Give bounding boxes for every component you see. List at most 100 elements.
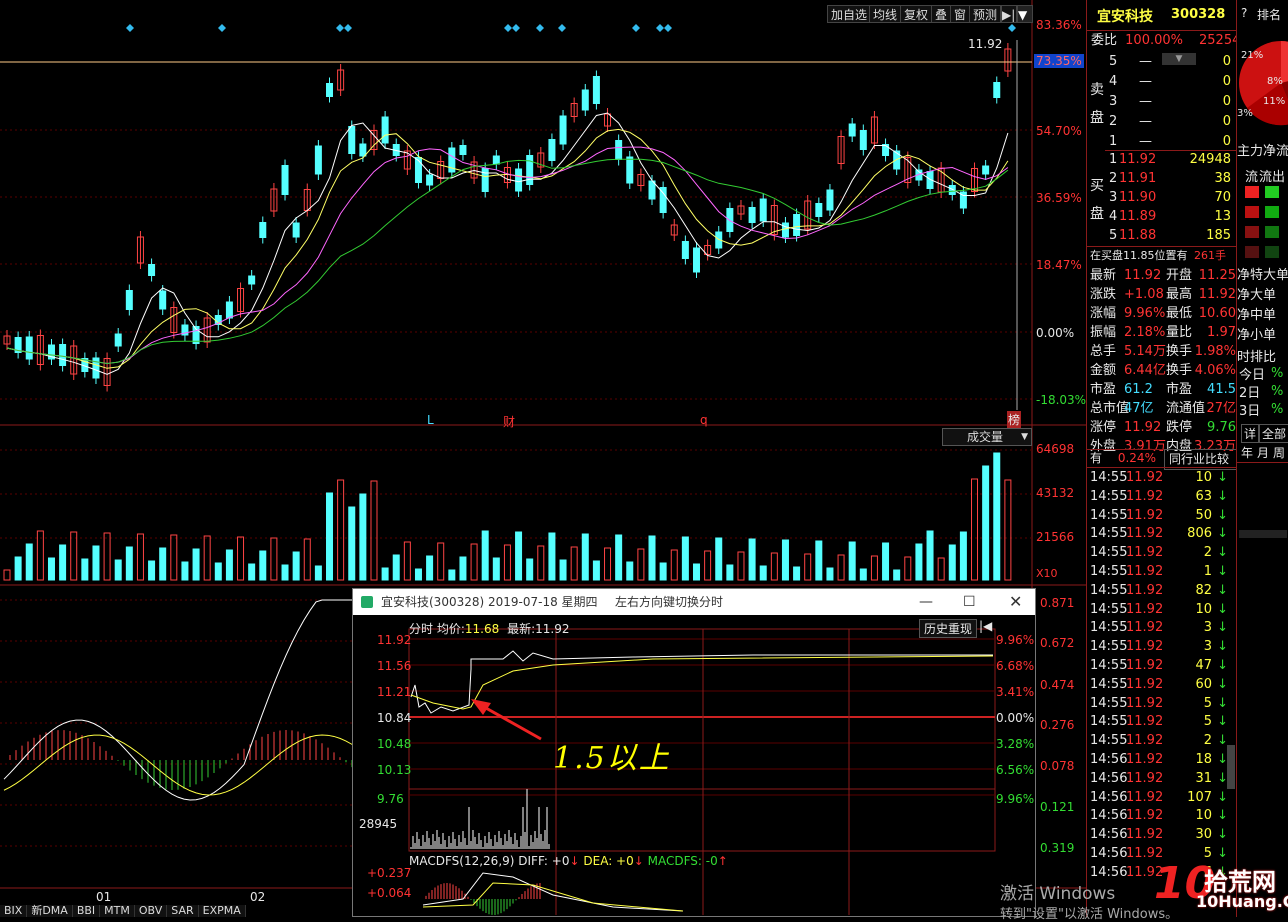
candle-body — [515, 168, 523, 192]
volume-bar — [548, 532, 556, 581]
play-icon[interactable]: ▶| — [1001, 5, 1017, 23]
candle-body — [125, 290, 133, 310]
volume-bar — [870, 555, 878, 581]
intraday-avg-line — [410, 655, 994, 710]
volume-bar — [25, 543, 33, 581]
candle-body — [615, 140, 623, 160]
window-titlebar[interactable]: 宜安科技(300328) 2019-07-18 星期四 左右方向键切换分时 — … — [353, 589, 1035, 615]
marker-L[interactable]: L — [427, 413, 434, 427]
pct-tick: 9.96% — [996, 633, 1035, 647]
candle-body — [348, 126, 356, 154]
tab-obv[interactable]: OBV — [135, 905, 168, 917]
volume-bar — [348, 506, 356, 581]
sell-level-row[interactable]: 1—0 — [1109, 132, 1235, 151]
flow-tab[interactable]: 流 — [1245, 166, 1258, 185]
maximize-icon[interactable]: ☐ — [963, 589, 976, 615]
trade-tick-row: 14:56 11.92 31 ↓ — [1090, 770, 1228, 786]
pie-label: 21% — [1241, 50, 1264, 61]
back-icon[interactable]: |◀ — [979, 619, 992, 633]
intraday-frame — [408, 628, 996, 852]
volume-tick: 64698 — [1036, 442, 1075, 456]
forecast-button[interactable]: 预测 — [969, 5, 1002, 23]
mini-tab[interactable]: 周 — [1273, 444, 1285, 461]
marker-list[interactable]: 榜 — [1007, 411, 1022, 428]
ma-line — [6, 112, 1009, 375]
rank-tab[interactable]: 排名 — [1257, 6, 1281, 23]
macd-tick: 0.276 — [1040, 718, 1075, 732]
buy-level-row[interactable]: 2 11.91 38 — [1109, 169, 1235, 188]
handwritten-annotation: 1.5以上 — [553, 741, 671, 776]
buy-level-row[interactable]: 3 11.90 70 — [1109, 188, 1235, 207]
intraday-window[interactable]: 宜安科技(300328) 2019-07-18 星期四 左右方向键切换分时 — … — [352, 588, 1036, 917]
volume-bar — [92, 545, 100, 581]
buy-level-row[interactable]: 4 11.89 13 — [1109, 207, 1235, 226]
tab-bix[interactable]: BIX — [0, 905, 28, 917]
buy-level-row[interactable]: 1 11.92 24948 — [1109, 150, 1235, 169]
pie-label: 8% — [1267, 76, 1283, 87]
volume-bar — [937, 557, 945, 581]
marker-finance[interactable]: 财 — [503, 413, 515, 430]
detail-button[interactable]: 详 — [1241, 424, 1260, 443]
buy-level-row[interactable]: 5 11.88 185 — [1109, 226, 1235, 245]
diamond-marker — [344, 24, 352, 32]
volume-bar — [470, 543, 478, 581]
pct-tick: 6.68% — [996, 659, 1035, 673]
candle-body — [626, 156, 634, 184]
sell-level-row[interactable]: 3—0 — [1109, 92, 1235, 111]
window-button[interactable]: 窗 — [950, 5, 971, 23]
volume-bar — [626, 561, 634, 581]
volume-bar — [337, 479, 345, 581]
tab-sar[interactable]: SAR — [167, 905, 199, 917]
pie-label: 3% — [1237, 108, 1253, 119]
intraday-price-line — [410, 650, 993, 714]
add-favorite-button[interactable]: 加自选 — [827, 5, 872, 23]
tab-expma[interactable]: EXPMA — [199, 905, 246, 917]
quote-row: 涨跌 +1.08 最高 11.92 — [1090, 287, 1236, 302]
volume-bar — [737, 551, 745, 581]
volume-bar — [81, 558, 89, 581]
tab-mtm[interactable]: MTM — [100, 905, 135, 917]
ma-button[interactable]: 均线 — [869, 5, 902, 23]
diamond-marker — [536, 24, 544, 32]
trade-tick-row: 14:56 11.92 18 ↓ — [1090, 752, 1228, 767]
candle-body — [559, 115, 567, 145]
event-markers — [126, 24, 1016, 32]
diff-line — [3, 599, 358, 801]
candle-body — [148, 264, 156, 276]
ma-line — [6, 158, 1009, 365]
volume-bar — [793, 566, 801, 581]
close-icon[interactable]: ✕ — [1009, 589, 1022, 615]
all-button[interactable]: 全部 — [1259, 424, 1288, 443]
price-tick: 11.56 — [377, 659, 412, 673]
candle-body — [459, 145, 467, 155]
intraday-chart — [408, 628, 996, 915]
mini-tab[interactable]: 年 — [1241, 444, 1253, 461]
marker-q[interactable]: q — [700, 413, 708, 427]
sell-level-row[interactable]: 5—0 — [1109, 52, 1235, 71]
volume-bar — [1004, 479, 1012, 581]
volume-bar — [225, 549, 233, 581]
minimize-icon[interactable]: — — [919, 589, 933, 615]
adjust-button[interactable]: 复权 — [900, 5, 933, 23]
stock-code: 300328 — [1171, 7, 1226, 22]
axis-tick-current: 73.35% — [1034, 54, 1084, 68]
volume-indicator-select[interactable]: 成交量 ▼ — [942, 428, 1032, 446]
price-tick: 10.84 — [377, 711, 412, 725]
history-replay-button[interactable]: 历史重现 — [919, 619, 978, 638]
sell-level-row[interactable]: 4—0 — [1109, 72, 1235, 91]
mini-tab[interactable]: 月 — [1257, 444, 1269, 461]
collapse-icon[interactable]: ▼ — [1017, 5, 1033, 23]
volume-bar — [637, 548, 645, 581]
tab-bbi[interactable]: BBI — [73, 905, 101, 917]
trade-tick-row: 14:55 11.92 10 ↓ — [1090, 601, 1228, 617]
volume-bar — [359, 493, 367, 581]
candle-body — [225, 301, 233, 319]
volume-bar — [848, 541, 856, 581]
overlay-button[interactable]: 叠 — [931, 5, 952, 23]
help-icon[interactable]: ? — [1241, 6, 1247, 20]
tab-dma[interactable]: 新DMA — [27, 905, 73, 917]
scrollbar-thumb[interactable] — [1227, 745, 1235, 789]
sell-level-row[interactable]: 2—0 — [1109, 112, 1235, 131]
volume-bar — [237, 536, 245, 581]
flow-tab[interactable]: 流出 — [1259, 166, 1285, 185]
